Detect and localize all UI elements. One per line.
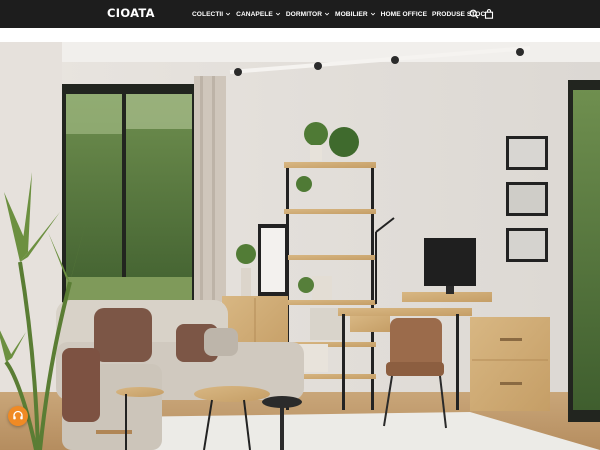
nav-item-dormitor[interactable]: DORMITOR bbox=[286, 11, 330, 18]
nav-item-label: DORMITOR bbox=[285, 10, 323, 18]
nav-item-label: HOME OFFICE bbox=[380, 10, 428, 18]
nav-item-colectii[interactable]: COLECTII bbox=[192, 11, 231, 18]
hero-banner-image[interactable] bbox=[0, 42, 600, 450]
chevron-down-icon bbox=[324, 12, 330, 16]
search-icon[interactable] bbox=[469, 9, 479, 19]
chevron-down-icon bbox=[226, 12, 231, 16]
nav-item-home-office[interactable]: HOME OFFICE bbox=[381, 11, 427, 18]
nav-item-label: MOBILIER bbox=[335, 10, 368, 18]
shopping-bag-icon[interactable] bbox=[484, 9, 494, 19]
site-header: CIOATA COLECTII CANAPELE DORMITOR MOBILI… bbox=[0, 0, 600, 28]
nav-item-mobilier[interactable]: MOBILIER bbox=[335, 11, 376, 18]
brand-logo[interactable]: CIOATA bbox=[107, 6, 155, 20]
hero-scene bbox=[0, 42, 600, 450]
chevron-down-icon bbox=[370, 12, 375, 16]
header-spacer bbox=[0, 28, 600, 42]
nav-item-canapele[interactable]: CANAPELE bbox=[236, 11, 281, 18]
nav-item-label: CANAPELE bbox=[236, 10, 273, 18]
headset-icon bbox=[13, 410, 23, 420]
chat-support-button[interactable] bbox=[8, 406, 28, 426]
main-nav: COLECTII CANAPELE DORMITOR MOBILIER HOME… bbox=[192, 0, 490, 28]
chevron-down-icon bbox=[275, 12, 280, 16]
nav-item-label: COLECTII bbox=[192, 10, 224, 18]
